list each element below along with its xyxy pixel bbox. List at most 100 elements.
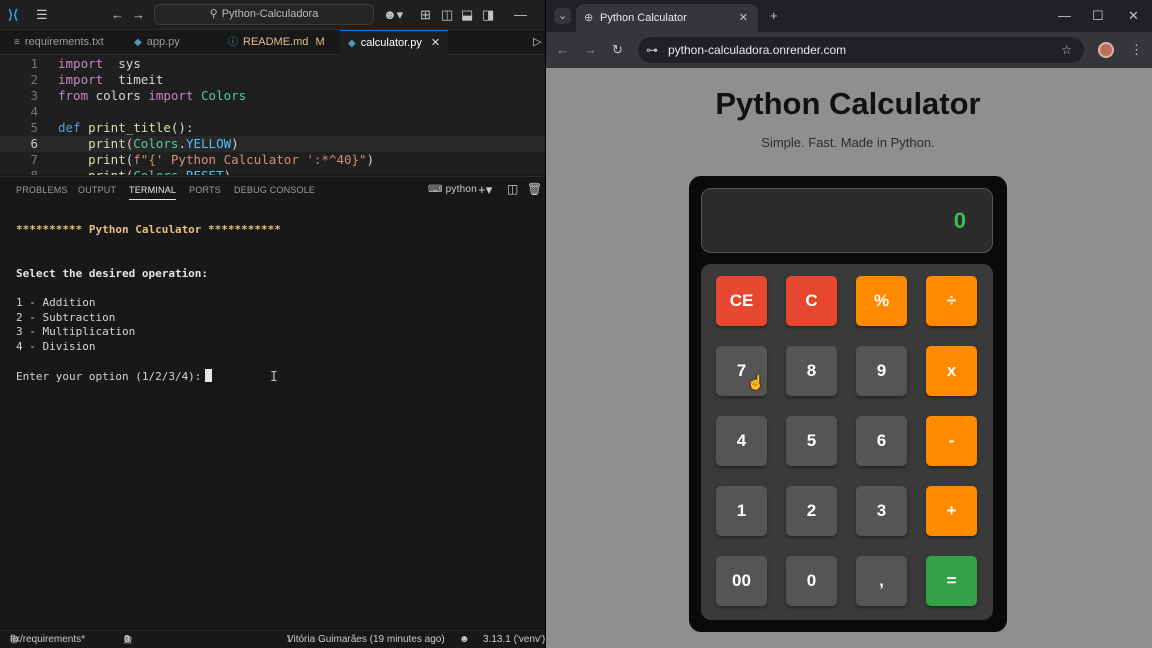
code-text: import sys (58, 56, 141, 72)
minimize-icon[interactable]: — (514, 7, 527, 23)
back-icon[interactable]: ← (556, 42, 569, 58)
toggle-panel-icon[interactable]: ⬓ (461, 7, 473, 23)
tab-output[interactable]: OUTPUT (78, 185, 116, 195)
code-line[interactable]: 2 import timeit (0, 72, 545, 88)
tab-app-py[interactable]: ◆ app.py (134, 30, 180, 55)
forward-arrow-icon[interactable]: → (132, 7, 145, 23)
tab-terminal[interactable]: TERMINAL (129, 185, 177, 200)
code-line[interactable]: 8 print(Colors.RESET) (0, 168, 545, 175)
more-menu-icon[interactable]: ⋮ (1130, 42, 1143, 58)
terminal-cursor (205, 369, 213, 382)
code-editor[interactable]: 1 import sys 2 import timeit 3 from colors im… (0, 55, 545, 175)
tab-ports[interactable]: PORTS (189, 185, 221, 195)
terminal-icon: ⌨ (428, 184, 443, 195)
layout-grid-icon[interactable]: ⊞ (420, 7, 431, 23)
reload-icon[interactable]: ↻ (612, 42, 623, 58)
equals-button[interactable]: = (926, 556, 977, 606)
python-version[interactable]: 3.13.1 ('venv') (483, 631, 545, 648)
subtract-button[interactable]: - (926, 416, 977, 466)
site-info-icon[interactable]: ⊶ (646, 37, 658, 63)
digit-0-button[interactable]: 0 (786, 556, 837, 606)
new-terminal-icon[interactable]: +▾ (478, 182, 493, 198)
split-terminal-icon[interactable]: ◫ (507, 182, 519, 196)
code-text: print(Colors.YELLOW) (58, 136, 239, 152)
tab-calculator-py[interactable]: ◆ calculator.py ✕ (340, 30, 449, 55)
code-text: import timeit (58, 72, 163, 88)
vscode-titlebar: ⟩⟨ ☰ ← → ⚲ Python-Calculadora ☻▾ ⊞ ◫ ⬓ ◨ … (0, 0, 545, 30)
code-line[interactable]: 6 print(Colors.YELLOW) (0, 136, 545, 152)
forward-icon[interactable]: → (584, 42, 597, 58)
digit-5-button[interactable]: 5 (786, 416, 837, 466)
toggle-sidebar-icon[interactable]: ◫ (441, 7, 453, 23)
code-token: import (58, 72, 104, 87)
close-tab-icon[interactable]: ✕ (739, 4, 748, 32)
code-line[interactable]: 3 from colors import Colors (0, 88, 545, 104)
url-text: python-calculadora.onrender.com (668, 43, 847, 57)
code-token: YELLOW (185, 136, 232, 151)
code-line[interactable]: 1 import sys (0, 56, 545, 72)
comma-button[interactable]: , (856, 556, 907, 606)
terminal-heading: Select the desired operation: (16, 267, 209, 280)
back-arrow-icon[interactable]: ← (111, 7, 124, 23)
terminal[interactable]: ********** Python Calculator ***********… (0, 204, 545, 630)
close-window-icon[interactable]: ✕ (1128, 8, 1139, 24)
new-tab-icon[interactable]: + (770, 8, 778, 24)
tab-strip: ⌄ ⊕ Python Calculator ✕ + — ☐ ✕ (546, 0, 1152, 32)
python-file-icon: ◆ (134, 37, 142, 48)
digit-2-button[interactable]: 2 (786, 486, 837, 536)
code-token: Colors (133, 136, 179, 151)
panel-tab-bar: PROBLEMS OUTPUT TERMINAL PORTS DEBUG CON… (0, 176, 545, 204)
terminal-banner: ********** Python Calculator *********** (16, 223, 281, 236)
digit-8-button[interactable]: 8 (786, 346, 837, 396)
multiply-button[interactable]: x (926, 346, 977, 396)
run-icon[interactable]: ▷ (533, 30, 541, 55)
tab-search-icon[interactable]: ⌄ (554, 8, 572, 24)
tab-requirements[interactable]: ≡ requirements.txt (14, 30, 104, 55)
status-bar: ⑂ fix/requirements* ◎ ⊗ 0 △ 0 ⟟ Vitória … (0, 630, 545, 648)
avatar[interactable] (1098, 42, 1114, 58)
code-line[interactable]: 7 print(f"{' Python Calculator ':*^40}") (0, 152, 545, 168)
keypad: CE C% ÷ 7 8 9 x 4 5 6-1 2 3 +00 0, = (701, 264, 993, 620)
terminal-input-line[interactable]: Enter your option (1/2/3/4): (16, 369, 213, 384)
clear-button[interactable]: C (786, 276, 837, 326)
copilot-icon[interactable]: ☻▾ (383, 7, 403, 23)
line-number: 2 (30, 72, 38, 87)
digit-6-button[interactable]: 6 (856, 416, 907, 466)
menu-icon[interactable]: ☰ (36, 7, 48, 23)
terminal-option: 4 - Division (16, 340, 96, 353)
tab-debug-console[interactable]: DEBUG CONSOLE (234, 185, 315, 195)
tab-problems[interactable]: PROBLEMS (16, 185, 68, 195)
maximize-icon[interactable]: ☐ (1092, 8, 1104, 24)
digit-3-button[interactable]: 3 (856, 486, 907, 536)
text-file-icon: ≡ (14, 37, 20, 48)
add-button[interactable]: + (926, 486, 977, 536)
divide-button[interactable]: ÷ (926, 276, 977, 326)
bookmark-star-icon[interactable]: ☆ (1061, 37, 1072, 63)
minimize-icon[interactable]: — (1058, 8, 1071, 24)
command-center-search[interactable]: ⚲ Python-Calculadora (154, 4, 374, 25)
search-icon: ⚲ (209, 8, 218, 20)
digit-9-button[interactable]: 9 (856, 346, 907, 396)
tab-readme[interactable]: ⓘ README.md M (228, 30, 325, 55)
digit-1-button[interactable]: 1 (716, 486, 767, 536)
code-token: Colors (201, 88, 247, 103)
double-zero-button[interactable]: 00 (716, 556, 767, 606)
toggle-secondary-sidebar-icon[interactable]: ◨ (482, 7, 494, 23)
code-token: ) (231, 136, 239, 151)
close-tab-icon[interactable]: ✕ (431, 37, 440, 49)
browser-tab[interactable]: ⊕ Python Calculator ✕ (576, 4, 758, 32)
address-bar[interactable]: ⊶ python-calculadora.onrender.com ☆ (638, 37, 1084, 63)
sync-icon: ◎ (10, 634, 19, 645)
terminal-profile[interactable]: ⌨ python (428, 184, 477, 195)
percent-button[interactable]: % (856, 276, 907, 326)
code-line[interactable]: 4 (0, 104, 545, 120)
digit-4-button[interactable]: 4 (716, 416, 767, 466)
trash-icon[interactable]: 🗑 (527, 182, 542, 196)
code-token: print (88, 136, 126, 151)
code-line[interactable]: 5 def print_title(): (0, 120, 545, 136)
copilot-status-icon[interactable]: ☻ (459, 631, 470, 648)
calculator-display: 0 (701, 188, 993, 253)
code-token: from (58, 88, 89, 103)
clear-entry-button[interactable]: CE (716, 276, 767, 326)
